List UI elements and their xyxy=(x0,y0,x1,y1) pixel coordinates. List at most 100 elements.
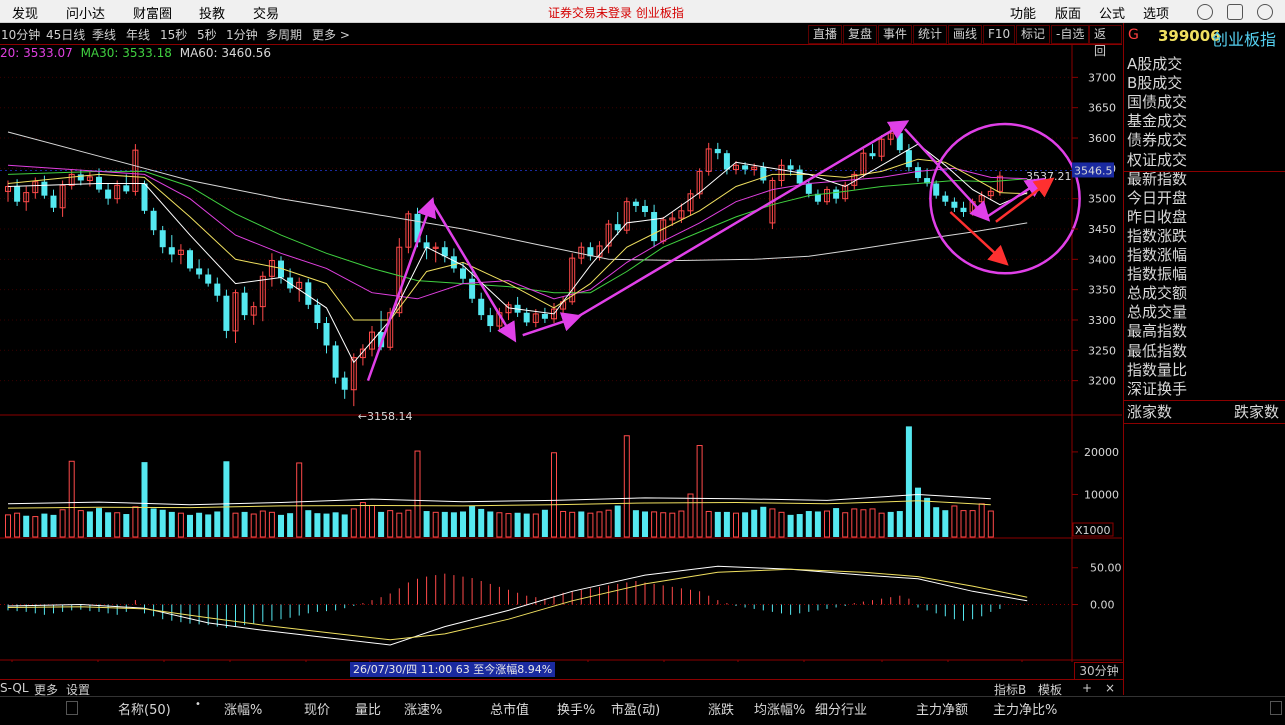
vol-bar-up xyxy=(532,513,539,538)
vol-bar-down xyxy=(460,511,466,537)
candle-down xyxy=(905,150,912,168)
vol-bar-up xyxy=(396,512,403,538)
tool-back[interactable]: 返回 xyxy=(1089,25,1122,58)
period-indicator[interactable]: 30分钟 xyxy=(1074,662,1124,680)
refresh-icon[interactable] xyxy=(1197,4,1213,20)
vol-bar-up xyxy=(268,511,275,538)
vol-bar-down xyxy=(487,511,494,537)
col-pe[interactable]: 市盈(动) xyxy=(611,699,660,718)
tool-mark[interactable]: 标记 xyxy=(1016,25,1051,44)
candle-down xyxy=(487,315,494,327)
col-dot[interactable]: • xyxy=(195,699,201,710)
tool-watchlist[interactable]: -自选 xyxy=(1051,25,1090,44)
current-price-label: 3546.5 xyxy=(1074,164,1113,177)
period-10min[interactable]: 10分钟 xyxy=(1,26,40,43)
vol-bar-down xyxy=(751,509,758,537)
stat-12: 总成交额 xyxy=(1127,284,1188,303)
tool-review[interactable]: 复盘 xyxy=(843,25,878,44)
col-vol-ratio[interactable]: 量比 xyxy=(355,699,381,718)
price-tick-label: 3600 xyxy=(1088,132,1116,145)
menu-layout[interactable]: 版面 xyxy=(1055,3,1081,22)
vol-bar-down xyxy=(642,511,648,537)
vol-bar-down xyxy=(332,512,339,537)
tool-draw[interactable]: 画线 xyxy=(948,25,983,44)
candle-down xyxy=(460,268,466,279)
vol-bar-down xyxy=(41,513,48,537)
period-more[interactable]: 更多 > xyxy=(312,26,350,43)
price-tick-label: 3200 xyxy=(1088,375,1116,388)
vol-bar-up xyxy=(596,511,603,538)
quote-list-header: 名称(50) • 涨幅% 现价 量比 涨速% 总市值 换手% 市盈(动) 涨跌 … xyxy=(0,696,1285,725)
tool-events[interactable]: 事件 xyxy=(878,25,913,44)
trend-arrow xyxy=(986,177,1046,218)
vol-bar-down xyxy=(514,512,521,537)
vol-bar-down xyxy=(796,514,803,537)
login-notice[interactable]: 证券交易未登录 创业板指 xyxy=(548,4,684,21)
vol-bar-up xyxy=(960,510,967,538)
kline-chart[interactable]: ←3158.143537.21 320032503300335034003450… xyxy=(0,44,1122,662)
col-market-cap[interactable]: 总市值 xyxy=(490,699,529,718)
candle-down xyxy=(951,201,958,208)
clock-icon[interactable] xyxy=(1257,4,1273,20)
menu-investor-edu[interactable]: 投教 xyxy=(199,3,225,22)
col-main-net[interactable]: 主力净额 xyxy=(916,699,968,718)
low-price-marker: ←3158.14 xyxy=(358,410,413,423)
vol-bar-down xyxy=(187,514,193,537)
trend-arrow xyxy=(430,201,517,343)
col-main-ratio[interactable]: 主力净比% xyxy=(993,699,1057,718)
price-tick-label: 3400 xyxy=(1088,253,1116,266)
scroll-right-icon[interactable] xyxy=(1270,701,1282,715)
menu-discover[interactable]: 发现 xyxy=(12,3,38,22)
price-tick-label: 3450 xyxy=(1088,223,1116,236)
candle-down xyxy=(150,210,157,231)
vol-bar-down xyxy=(341,514,348,537)
vol-bar-up xyxy=(14,512,21,538)
stat-16: 指数量比 xyxy=(1127,360,1188,379)
period-15s[interactable]: 15秒 xyxy=(160,26,187,43)
close-icon[interactable]: × xyxy=(1105,681,1115,695)
vol-bar-up xyxy=(505,513,512,538)
vol-bar-down xyxy=(814,511,821,537)
menu-function[interactable]: 功能 xyxy=(1010,3,1036,22)
col-price[interactable]: 现价 xyxy=(304,699,330,718)
index-title: G 399006 创业板指 xyxy=(1124,23,1285,49)
vol-bar-up xyxy=(696,445,703,538)
col-turnover[interactable]: 换手% xyxy=(557,699,595,718)
candle-down xyxy=(241,292,248,316)
col-name[interactable]: 名称(50) xyxy=(118,699,171,718)
tool-live[interactable]: 直播 xyxy=(808,25,843,44)
add-icon[interactable]: + xyxy=(1082,681,1092,695)
phone-icon[interactable] xyxy=(1227,4,1243,20)
vol-bar-down xyxy=(159,509,166,537)
col-avg-change[interactable]: 均涨幅% xyxy=(754,699,805,718)
menu-trade[interactable]: 交易 xyxy=(253,3,279,22)
candle-down xyxy=(933,183,940,196)
vol-bar-down xyxy=(323,513,330,537)
menu-ask-xiaoda[interactable]: 问小达 xyxy=(66,3,105,22)
menu-options[interactable]: 选项 xyxy=(1143,3,1169,22)
vol-bar-down xyxy=(469,505,476,537)
period-1min[interactable]: 1分钟 xyxy=(226,26,258,43)
price-tick-label: 3500 xyxy=(1088,193,1116,206)
col-speed[interactable]: 涨速% xyxy=(404,699,442,718)
period-year[interactable]: 年线 xyxy=(126,26,150,43)
period-45day[interactable]: 45日线 xyxy=(46,26,85,43)
vol-bar-down xyxy=(450,512,457,537)
candle-down xyxy=(541,313,548,319)
vol-bar-down xyxy=(141,462,148,537)
menu-wealth-circle[interactable]: 财富圈 xyxy=(133,3,172,22)
scroll-up-icon[interactable] xyxy=(66,701,78,715)
period-5s[interactable]: 5秒 xyxy=(197,26,217,43)
tool-f10[interactable]: F10 xyxy=(983,25,1016,44)
candle-down xyxy=(187,250,193,269)
col-industry[interactable]: 细分行业 xyxy=(815,699,867,718)
period-multi[interactable]: 多周期 xyxy=(266,26,302,43)
col-change-pct[interactable]: 涨幅% xyxy=(224,699,262,718)
tool-sql[interactable]: S-QL xyxy=(0,681,29,695)
menu-formula[interactable]: 公式 xyxy=(1099,3,1125,22)
period-quarter[interactable]: 季线 xyxy=(92,26,116,43)
col-change[interactable]: 涨跌 xyxy=(708,699,734,718)
vol-bar-down xyxy=(314,513,321,537)
vol-bar-down xyxy=(287,513,294,537)
tool-stats[interactable]: 统计 xyxy=(913,25,948,44)
